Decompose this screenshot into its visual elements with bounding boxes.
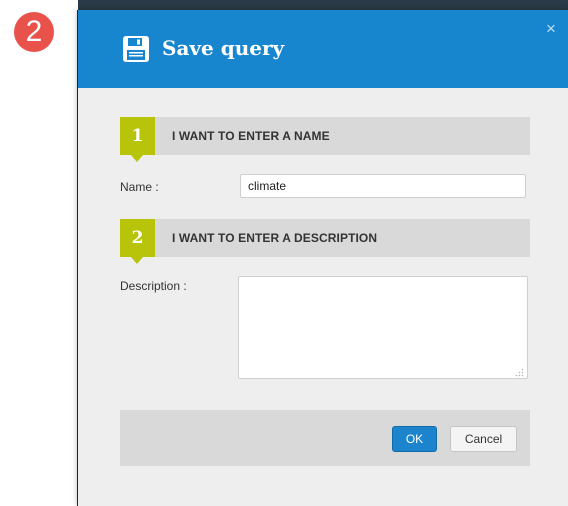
close-icon[interactable]: × bbox=[542, 20, 560, 38]
page: 2 Save query × 1 I WANT TO ENTER A NAME … bbox=[0, 0, 568, 506]
section-number: 1 bbox=[120, 117, 155, 162]
description-textarea[interactable] bbox=[238, 276, 528, 379]
save-query-dialog: Save query × 1 I WANT TO ENTER A NAME Na… bbox=[78, 10, 568, 506]
ok-button[interactable]: OK bbox=[392, 426, 437, 452]
section-label: I WANT TO ENTER A NAME bbox=[172, 129, 330, 143]
dialog-title: Save query bbox=[162, 36, 285, 60]
dialog-header: Save query × bbox=[78, 10, 568, 88]
name-label: Name : bbox=[120, 180, 159, 194]
resize-grip-icon[interactable] bbox=[514, 367, 524, 377]
section-number: 2 bbox=[120, 219, 155, 264]
section-header-name: 1 I WANT TO ENTER A NAME bbox=[120, 117, 530, 162]
section-label: I WANT TO ENTER A DESCRIPTION bbox=[172, 231, 378, 245]
cancel-button[interactable]: Cancel bbox=[450, 426, 517, 452]
section-header-description: 2 I WANT TO ENTER A DESCRIPTION bbox=[120, 219, 530, 264]
floppy-disk-icon bbox=[123, 36, 149, 62]
name-input[interactable] bbox=[240, 174, 526, 198]
step-number-badge: 2 bbox=[14, 12, 54, 52]
description-label: Description : bbox=[120, 279, 187, 293]
dialog-footer: OK Cancel bbox=[120, 410, 530, 466]
